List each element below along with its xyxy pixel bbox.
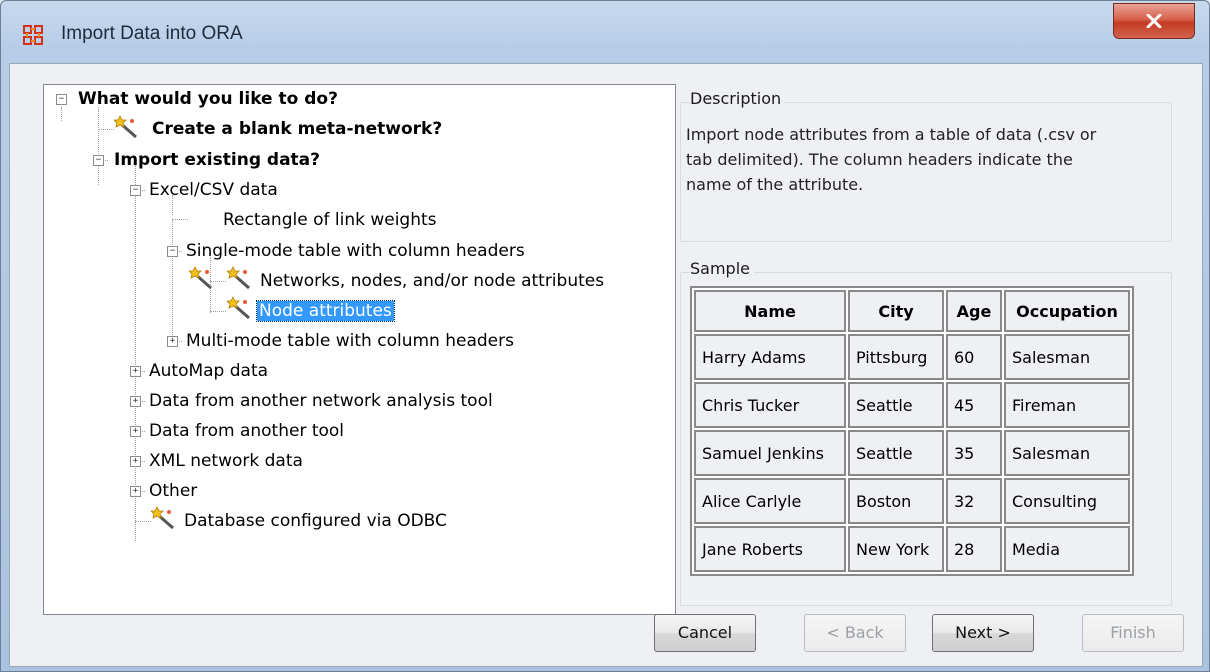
table-cell: Alice Carlyle bbox=[694, 478, 846, 524]
close-icon bbox=[1146, 14, 1162, 28]
expand-icon[interactable]: + bbox=[167, 336, 178, 347]
expand-icon[interactable]: + bbox=[130, 396, 141, 407]
collapse-icon[interactable]: − bbox=[56, 94, 67, 105]
tree-item-import-existing[interactable]: Import existing data? bbox=[114, 146, 320, 174]
table-cell: 60 bbox=[946, 334, 1002, 380]
table-cell: Harry Adams bbox=[694, 334, 846, 380]
table-cell: 45 bbox=[946, 382, 1002, 428]
magic-wand-icon bbox=[189, 266, 212, 290]
tree-item-automap[interactable]: AutoMap data bbox=[149, 357, 268, 385]
magic-wand-icon bbox=[227, 296, 250, 320]
dialog-window: Import Data into ORA − − − − + + + + + +… bbox=[0, 0, 1210, 672]
table-cell: Jane Roberts bbox=[694, 526, 846, 572]
expand-icon[interactable]: + bbox=[130, 456, 141, 467]
finish-button[interactable]: Finish bbox=[1082, 614, 1184, 652]
table-cell: 32 bbox=[946, 478, 1002, 524]
table-cell: Salesman bbox=[1004, 430, 1130, 476]
tree-item-create-blank[interactable]: Create a blank meta-network? bbox=[152, 115, 442, 143]
column-header: Name bbox=[694, 290, 846, 332]
tree-item-node-attributes[interactable]: Node attributes bbox=[256, 297, 395, 325]
sample-table: Name City Age Occupation Harry Adams Pit… bbox=[690, 286, 1134, 576]
table-cell: Boston bbox=[848, 478, 944, 524]
tree-item-root[interactable]: What would you like to do? bbox=[78, 85, 338, 113]
expand-icon[interactable]: + bbox=[130, 486, 141, 497]
ora-app-icon bbox=[23, 25, 43, 45]
collapse-icon[interactable]: − bbox=[93, 155, 104, 166]
table-cell: Samuel Jenkins bbox=[694, 430, 846, 476]
collapse-icon[interactable]: − bbox=[130, 185, 141, 196]
tree-item-other-tool[interactable]: Data from another tool bbox=[149, 417, 344, 445]
table-cell: New York bbox=[848, 526, 944, 572]
dialog-client-area: − − − − + + + + + + What would you like … bbox=[9, 63, 1203, 667]
expand-icon[interactable]: + bbox=[130, 366, 141, 377]
column-header: City bbox=[848, 290, 944, 332]
table-cell: Pittsburg bbox=[848, 334, 944, 380]
table-cell: Consulting bbox=[1004, 478, 1130, 524]
tree-item-rect-link-weights[interactable]: Rectangle of link weights bbox=[223, 206, 437, 234]
tree-item-excel-csv[interactable]: Excel/CSV data bbox=[149, 176, 278, 204]
table-cell: 35 bbox=[946, 430, 1002, 476]
window-title: Import Data into ORA bbox=[61, 23, 243, 44]
table-row: Samuel Jenkins Seattle 35 Salesman bbox=[694, 430, 1130, 476]
description-line: Import node attributes from a table of d… bbox=[686, 125, 1097, 144]
tree-item-node-attributes-label: Node attributes bbox=[256, 300, 395, 322]
cancel-button[interactable]: Cancel bbox=[654, 614, 756, 652]
table-cell: Seattle bbox=[848, 430, 944, 476]
table-cell: Salesman bbox=[1004, 334, 1130, 380]
column-header: Occupation bbox=[1004, 290, 1130, 332]
table-cell: Fireman bbox=[1004, 382, 1130, 428]
tree-item-networks-nodes[interactable]: Networks, nodes, and/or node attributes bbox=[260, 267, 604, 295]
expand-icon[interactable]: + bbox=[130, 426, 141, 437]
description-line: tab delimited). The column headers indic… bbox=[686, 150, 1073, 169]
import-options-tree[interactable]: − − − − + + + + + + What would you like … bbox=[43, 84, 676, 615]
tree-item-xml[interactable]: XML network data bbox=[149, 447, 303, 475]
description-line: name of the attribute. bbox=[686, 175, 864, 194]
magic-wand-icon bbox=[151, 506, 174, 530]
table-header-row: Name City Age Occupation bbox=[694, 290, 1130, 332]
table-cell: Chris Tucker bbox=[694, 382, 846, 428]
tree-item-multi-mode[interactable]: Multi-mode table with column headers bbox=[186, 327, 514, 355]
table-cell: Seattle bbox=[848, 382, 944, 428]
table-row: Alice Carlyle Boston 32 Consulting bbox=[694, 478, 1130, 524]
tree-item-other[interactable]: Other bbox=[149, 477, 197, 505]
tree-item-other-network-tool[interactable]: Data from another network analysis tool bbox=[149, 387, 493, 415]
next-button[interactable]: Next > bbox=[932, 614, 1034, 652]
close-button[interactable] bbox=[1113, 3, 1195, 39]
tree-item-single-mode[interactable]: Single-mode table with column headers bbox=[186, 237, 525, 265]
table-row: Jane Roberts New York 28 Media bbox=[694, 526, 1130, 572]
column-header: Age bbox=[946, 290, 1002, 332]
table-row: Harry Adams Pittsburg 60 Salesman bbox=[694, 334, 1130, 380]
description-text: Import node attributes from a table of d… bbox=[686, 122, 1186, 197]
table-row: Chris Tucker Seattle 45 Fireman bbox=[694, 382, 1130, 428]
tree-item-odbc[interactable]: Database configured via ODBC bbox=[184, 507, 447, 535]
sample-label: Sample bbox=[690, 259, 754, 278]
back-button[interactable]: < Back bbox=[804, 614, 906, 652]
magic-wand-icon bbox=[114, 115, 137, 139]
title-bar[interactable]: Import Data into ORA bbox=[1, 1, 1209, 63]
description-label: Description bbox=[690, 89, 786, 108]
table-cell: 28 bbox=[946, 526, 1002, 572]
table-cell: Media bbox=[1004, 526, 1130, 572]
collapse-icon[interactable]: − bbox=[167, 246, 178, 257]
magic-wand-icon bbox=[227, 266, 250, 290]
